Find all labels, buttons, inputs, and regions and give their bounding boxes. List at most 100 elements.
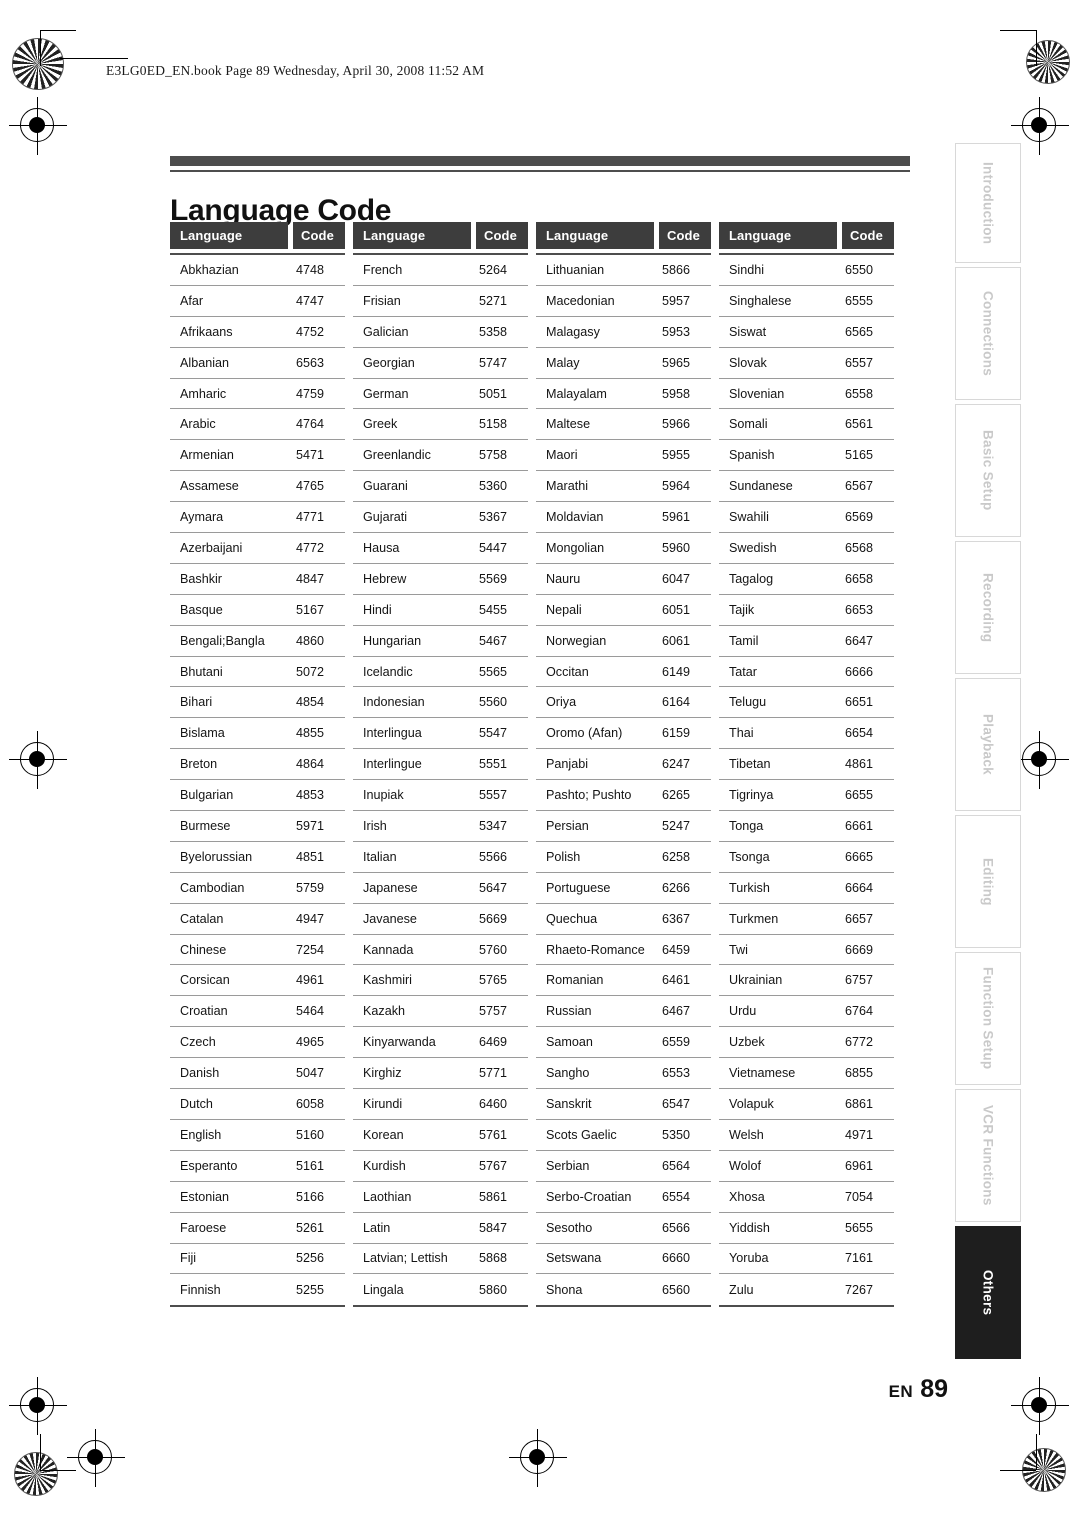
language-name-cell: Tagalog xyxy=(729,571,774,586)
language-code-cell: 6467 xyxy=(662,1004,691,1019)
language-name-cell: Portuguese xyxy=(546,880,611,895)
table-row: Yiddish 5655 xyxy=(719,1213,894,1244)
table-row: Maori 5955 xyxy=(536,440,711,472)
table-row: Samoan 6559 xyxy=(536,1027,711,1059)
language-name-cell: Kannada xyxy=(363,942,414,957)
language-code-cell: 6653 xyxy=(845,602,874,617)
table-row: Tatar 6666 xyxy=(719,657,894,688)
sidebar-tab-label: VCR Functions xyxy=(980,1105,996,1206)
language-code-cell: 6757 xyxy=(845,973,874,988)
table-row: Catalan 4947 xyxy=(170,904,345,935)
footer-page-number: 89 xyxy=(920,1375,948,1403)
registration-mark-mid-right xyxy=(1011,731,1069,789)
language-name-cell: Burmese xyxy=(180,818,231,833)
table-row: Xhosa 7054 xyxy=(719,1182,894,1213)
table-row: Sangho 6553 xyxy=(536,1058,711,1090)
sidebar-tab-function-setup[interactable]: Function Setup xyxy=(955,952,1021,1085)
language-name-cell: Catalan xyxy=(180,911,224,926)
language-name-cell: Tatar xyxy=(729,664,757,679)
language-name-cell: Amharic xyxy=(180,386,227,401)
language-code-cell: 5247 xyxy=(662,818,691,833)
language-code-cell: 5747 xyxy=(479,355,508,370)
language-code-cell: 6665 xyxy=(845,849,874,864)
language-name-cell: Indonesian xyxy=(363,695,425,710)
table-row: Persian 5247 xyxy=(536,811,711,842)
language-name-cell: Laothian xyxy=(363,1189,412,1204)
language-name-cell: German xyxy=(363,386,409,401)
language-name-cell: Korean xyxy=(363,1127,404,1142)
language-name-cell: Persian xyxy=(546,818,589,833)
language-code-cell: 5757 xyxy=(479,1004,508,1019)
language-name-cell: Siswat xyxy=(729,324,767,339)
table-row: Armenian 5471 xyxy=(170,440,345,472)
language-code-cell: 6657 xyxy=(845,911,874,926)
language-name-cell: Russian xyxy=(546,1004,592,1019)
table-row: Guarani 5360 xyxy=(353,471,528,503)
language-code-cell: 5961 xyxy=(662,510,691,525)
sidebar-tab-playback[interactable]: Playback xyxy=(955,678,1021,811)
language-code-cell: 6247 xyxy=(662,757,691,772)
table-row: Oriya 6164 xyxy=(536,687,711,719)
sidebar-tab-label: Connections xyxy=(980,290,996,377)
language-name-cell: Guarani xyxy=(363,479,408,494)
language-code-cell: 5771 xyxy=(479,1066,508,1081)
language-code-cell: 6764 xyxy=(845,1004,874,1019)
sidebar-tab-basic-setup[interactable]: Basic Setup xyxy=(955,404,1021,537)
language-name-cell: Kirundi xyxy=(363,1096,403,1111)
sidebar-tab-recording[interactable]: Recording xyxy=(955,541,1021,674)
language-name-cell: Interlingue xyxy=(363,757,422,772)
language-code-cell: 6058 xyxy=(296,1096,325,1111)
footer-locale: EN xyxy=(888,1382,914,1401)
table-row: Basque 5167 xyxy=(170,595,345,626)
table-row: Slovenian 6558 xyxy=(719,379,894,410)
table-row: Byelorussian 4851 xyxy=(170,842,345,873)
language-code-cell: 5471 xyxy=(296,448,325,463)
table-row: Latvian; Lettish 5868 xyxy=(353,1244,528,1275)
language-name-cell: Bashkir xyxy=(180,571,222,586)
language-code-cell: 6772 xyxy=(845,1035,874,1050)
language-code-cell: 5557 xyxy=(479,788,508,803)
registration-mark-mid-left xyxy=(9,731,67,789)
language-name-cell: English xyxy=(180,1127,222,1142)
language-code-cell: 6051 xyxy=(662,602,691,617)
language-name-cell: Rhaeto-Romance xyxy=(546,942,645,957)
language-name-cell: Frisian xyxy=(363,293,401,308)
language-code-cell: 4971 xyxy=(845,1127,874,1142)
language-code-cell: 5860 xyxy=(479,1282,508,1297)
language-code-cell: 5547 xyxy=(479,726,508,741)
column-header-code: Code xyxy=(293,222,345,249)
section-tab-navigation: Introduction Connections Basic Setup Record… xyxy=(955,143,1021,1359)
language-code-cell: 6655 xyxy=(845,788,874,803)
language-code-cell: 4764 xyxy=(296,417,325,432)
language-code-cell: 7254 xyxy=(296,942,325,957)
sidebar-tab-editing[interactable]: Editing xyxy=(955,815,1021,948)
language-code-cell: 6547 xyxy=(662,1096,691,1111)
table-row: Setswana 6660 xyxy=(536,1244,711,1275)
table-row: Yoruba 7161 xyxy=(719,1244,894,1275)
language-name-cell: Interlingua xyxy=(363,726,422,741)
language-code-cell: 7161 xyxy=(845,1251,874,1266)
language-name-cell: Afar xyxy=(180,293,204,308)
table-row: Uzbek 6772 xyxy=(719,1027,894,1059)
language-name-cell: Italian xyxy=(363,849,397,864)
table-row: Assamese 4765 xyxy=(170,471,345,503)
language-name-cell: Thai xyxy=(729,726,754,741)
language-code-cell: 5271 xyxy=(479,293,508,308)
table-row: Bislama 4855 xyxy=(170,718,345,750)
sidebar-tab-others[interactable]: Others xyxy=(955,1226,1021,1359)
language-code-table-2: Language Code French 5264 Frisian 5271 Galicia… xyxy=(353,222,528,1308)
language-code-cell: 6961 xyxy=(845,1158,874,1173)
sidebar-tab-introduction[interactable]: Introduction xyxy=(955,143,1021,263)
table-row: Irish 5347 xyxy=(353,811,528,842)
table-row: Javanese 5669 xyxy=(353,904,528,935)
sidebar-tab-connections[interactable]: Connections xyxy=(955,267,1021,400)
language-code-cell: 5160 xyxy=(296,1127,325,1142)
language-name-cell: Malayalam xyxy=(546,386,607,401)
table-row: Hindi 5455 xyxy=(353,595,528,626)
language-name-cell: Byelorussian xyxy=(180,849,253,864)
title-decoration-bar xyxy=(170,156,910,166)
language-name-cell: Shona xyxy=(546,1282,583,1297)
language-code-cell: 6553 xyxy=(662,1066,691,1081)
language-name-cell: Somali xyxy=(729,417,768,432)
sidebar-tab-vcr-functions[interactable]: VCR Functions xyxy=(955,1089,1021,1222)
